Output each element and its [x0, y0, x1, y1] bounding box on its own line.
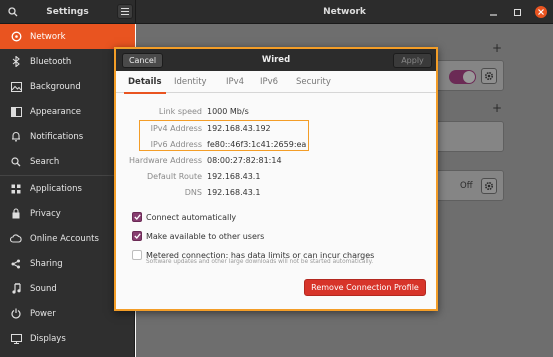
sidebar-item-label: Sharing: [30, 258, 63, 269]
tab-ipv4[interactable]: IPv4: [226, 71, 244, 93]
detail-row-default-route: Default Route 192.168.43.1: [116, 170, 436, 184]
add-vpn-icon[interactable]: +: [492, 101, 502, 115]
sidebar-item-label: Network: [30, 31, 66, 42]
detail-value: 192.168.43.1: [207, 188, 261, 197]
detail-row-hardware: Hardware Address 08:00:27:82:81:14: [116, 154, 436, 168]
detail-label: Hardware Address: [128, 156, 202, 165]
hamburger-menu-icon[interactable]: [117, 4, 133, 19]
cancel-button[interactable]: Cancel: [122, 53, 163, 68]
sidebar-item-label: Search: [30, 156, 60, 167]
wired-settings-dialog: Wired Cancel Apply Details Identity IPv4…: [114, 47, 438, 311]
bluetooth-icon: [6, 56, 26, 67]
minimize-icon[interactable]: [487, 6, 499, 18]
music-note-icon: [6, 283, 26, 294]
gear-icon[interactable]: [481, 68, 497, 84]
tab-ipv6[interactable]: IPv6: [260, 71, 278, 93]
checkbox-unchecked-icon[interactable]: [132, 250, 142, 260]
proxy-status: Off: [460, 181, 473, 191]
tab-identity[interactable]: Identity: [174, 71, 207, 93]
detail-label: Link speed: [158, 107, 202, 116]
share-icon: [6, 259, 26, 269]
checkbox-checked-icon[interactable]: [132, 231, 142, 241]
sidebar-item-label: Bluetooth: [30, 56, 72, 67]
network-icon: [6, 31, 26, 42]
settings-title: Settings: [46, 7, 89, 17]
dialog-title: Wired: [261, 55, 291, 65]
appearance-icon: [6, 106, 26, 117]
sidebar-item-label: Applications: [30, 183, 82, 194]
sidebar-item-label: Appearance: [30, 106, 82, 117]
detail-value: 1000 Mb/s: [207, 107, 249, 116]
sidebar-item-label: Privacy: [30, 208, 61, 219]
sidebar-item-label: Displays: [30, 333, 66, 344]
bell-icon: [6, 131, 26, 142]
dialog-header: Wired Cancel Apply: [116, 49, 436, 71]
background-icon: [6, 81, 26, 92]
sidebar-item-displays[interactable]: Displays: [0, 326, 135, 351]
detail-row-dns: DNS 192.168.43.1: [116, 186, 436, 200]
gear-icon[interactable]: [481, 178, 497, 194]
metered-description: Software updates and other large downloa…: [146, 259, 374, 265]
privacy-icon: [6, 208, 26, 219]
tab-security[interactable]: Security: [296, 71, 331, 93]
remove-connection-profile-button[interactable]: Remove Connection Profile: [304, 279, 426, 296]
add-wired-icon[interactable]: +: [492, 41, 502, 55]
checkbox-checked-icon[interactable]: [132, 212, 142, 222]
checkbox-label: Connect automatically: [146, 212, 237, 222]
search-icon: [6, 156, 26, 167]
applications-icon: [6, 184, 26, 194]
dialog-tabs: Details Identity IPv4 IPv6 Security: [116, 71, 436, 94]
detail-value: 08:00:27:82:81:14: [207, 156, 282, 165]
detail-value: 192.168.43.1: [207, 172, 261, 181]
sidebar-item-label: Power: [30, 308, 56, 319]
connect-automatically-checkbox[interactable]: Connect automatically: [132, 210, 236, 224]
ip-address-highlight: [139, 120, 309, 151]
detail-row-link-speed: Link speed 1000 Mb/s: [116, 105, 436, 119]
sidebar-item-label: Sound: [30, 283, 57, 294]
checkbox-label: Make available to other users: [146, 231, 265, 241]
cloud-icon: [6, 234, 26, 243]
power-icon: [6, 308, 26, 319]
detail-label: DNS: [184, 188, 202, 197]
wired-toggle[interactable]: [449, 70, 476, 84]
title-bar: Settings Network: [0, 0, 553, 24]
sidebar-item-network[interactable]: Network: [0, 24, 135, 49]
display-icon: [6, 333, 26, 344]
apply-button[interactable]: Apply: [393, 53, 432, 68]
detail-label: Default Route: [147, 172, 202, 181]
close-icon[interactable]: [535, 6, 547, 18]
tab-details[interactable]: Details: [124, 71, 165, 94]
available-to-others-checkbox[interactable]: Make available to other users: [132, 229, 264, 243]
maximize-icon[interactable]: [511, 6, 523, 18]
sidebar-item-label: Notifications: [30, 131, 84, 142]
sidebar-item-label: Online Accounts: [30, 233, 99, 244]
sidebar-item-label: Background: [30, 81, 81, 92]
